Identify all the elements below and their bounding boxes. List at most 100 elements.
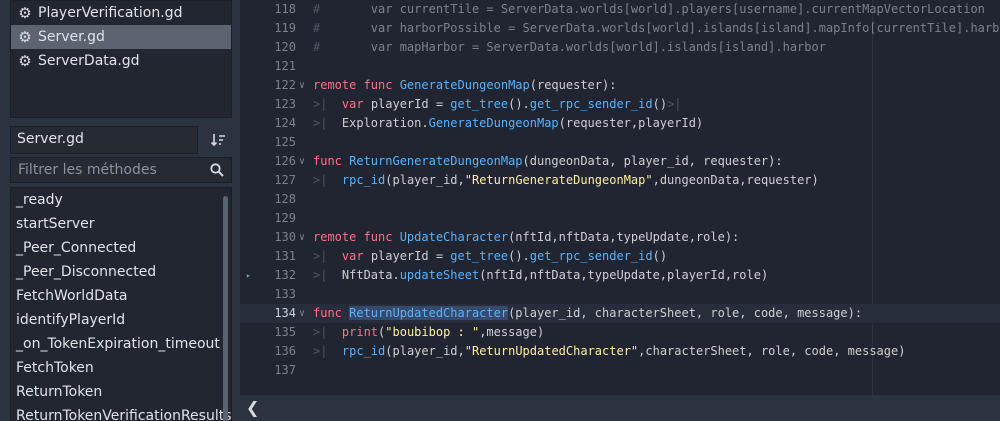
code-text: # var currentTile = ServerData.worlds[wo… <box>313 0 985 19</box>
code-token: ,message) <box>479 325 545 339</box>
code-token: (requester,playerId) <box>558 116 704 130</box>
code-token: >| <box>313 249 342 263</box>
code-token: var <box>341 249 371 263</box>
code-line[interactable]: 131 >| var playerId = get_tree().get_rpc_… <box>240 247 1000 266</box>
script-file-item[interactable]: ⚙ PlayerVerification.gd <box>11 1 231 25</box>
code-token: func <box>313 306 350 320</box>
code-line[interactable]: 129 <box>240 209 1000 228</box>
script-sidebar: ⚙ PlayerVerification.gd ⚙ Server.gd ⚙ ServerD… <box>0 0 240 421</box>
code-line[interactable]: 130 ∨ remote func UpdateCharacter(nftId,nf… <box>240 228 1000 247</box>
line-number: 126 <box>274 154 296 168</box>
code-text: remote func UpdateCharacter(nftId,nftDat… <box>313 228 739 247</box>
code-text: >| NftData.updateSheet(nftId,nftData,typ… <box>313 266 768 285</box>
chevron-left-icon: ❮ <box>246 398 260 417</box>
method-item[interactable]: _Peer_Connected <box>11 236 231 260</box>
method-item[interactable]: _Peer_Disconnected <box>11 260 231 284</box>
search-icon[interactable] <box>209 162 225 178</box>
code-line[interactable]: 137 <box>240 361 1000 380</box>
line-number: 120 <box>274 40 296 54</box>
fold-chevron-icon[interactable]: ∨ <box>299 304 305 323</box>
code-token: # <box>313 21 371 35</box>
line-number: 128 <box>274 192 296 206</box>
code-text: >| print("boubibop : ",message) <box>313 323 544 342</box>
code-token: >| <box>313 97 342 111</box>
code-token: # <box>313 2 371 16</box>
line-number: 121 <box>274 59 296 73</box>
fold-chevron-icon[interactable]: ∨ <box>299 76 305 95</box>
gear-icon: ⚙ <box>18 4 32 22</box>
method-item[interactable]: FetchToken <box>11 356 231 380</box>
code-token: "ReturnGenerateDungeonMap" <box>464 173 653 187</box>
line-number: 131 <box>274 249 296 263</box>
code-token: var <box>341 97 371 111</box>
code-token: ReturnUpdatedCharacter <box>349 306 509 320</box>
script-file-item[interactable]: ⚙ Server.gd <box>11 25 231 49</box>
code-token: >| <box>313 268 342 282</box>
code-token: UpdateCharacter <box>399 230 509 244</box>
method-list-scrollbar[interactable] <box>223 196 228 421</box>
method-item[interactable]: _on_TokenExpiration_timeout <box>11 332 231 356</box>
gear-icon: ⚙ <box>18 52 32 70</box>
code-line[interactable]: 128 <box>240 190 1000 209</box>
code-line[interactable]: 118 # var currentTile = ServerData.worlds… <box>240 0 1000 19</box>
code-text: func ReturnGenerateDungeonMap(dungeonDat… <box>313 152 783 171</box>
code-text: >| Exploration.GenerateDungeonMap(reques… <box>313 114 703 133</box>
code-token: get_rpc_sender_id <box>529 249 653 263</box>
code-line[interactable]: 126 ∨ func ReturnGenerateDungeonMap(dungeo… <box>240 152 1000 171</box>
breakpoint-arrow-icon[interactable]: ▸ <box>246 266 251 285</box>
code-line[interactable]: 119 # var harborPossible = ServerData.wor… <box>240 19 1000 38</box>
code-line[interactable]: 127 >| rpc_id(player_id,"ReturnGenerateDu… <box>240 171 1000 190</box>
method-item[interactable]: ReturnTokenVerificationResults <box>11 404 231 421</box>
code-text: remote func GenerateDungeonMap(requester… <box>313 76 616 95</box>
line-number: 129 <box>274 211 296 225</box>
code-line[interactable]: 125 <box>240 133 1000 152</box>
editor-bottom-bar: ❮ <box>240 395 1000 421</box>
line-number: 122 <box>274 78 296 92</box>
method-list: _ready startServer _Peer_Connected _Peer_Di… <box>10 187 232 421</box>
method-item[interactable]: identifyPlayerId <box>11 308 231 332</box>
code-token: >| <box>313 173 342 187</box>
script-file-item[interactable]: ⚙ ServerData.gd <box>11 49 231 73</box>
method-item[interactable]: ReturnToken <box>11 380 231 404</box>
code-line[interactable]: 124 >| Exploration.GenerateDungeonMap(req… <box>240 114 1000 133</box>
script-file-name: PlayerVerification.gd <box>38 5 183 21</box>
code-token: get_tree <box>450 249 509 263</box>
method-item[interactable]: FetchWorldData <box>11 284 231 308</box>
code-line[interactable]: 123 >| var playerId = get_tree().get_rpc_… <box>240 95 1000 114</box>
code-token: playerId = <box>370 97 451 111</box>
line-number: 130 <box>274 230 296 244</box>
code-line[interactable]: 135 >| print("boubibop : ",message) <box>240 323 1000 342</box>
code-line[interactable]: 121 <box>240 57 1000 76</box>
code-token: remote <box>313 78 364 92</box>
code-text: >| rpc_id(player_id,"ReturnGenerateDunge… <box>313 171 819 190</box>
code-token: (requester): <box>529 78 617 92</box>
code-line[interactable]: 132 ▸ >| NftData.updateSheet(nftId,nftData… <box>240 266 1000 285</box>
filter-methods-input[interactable] <box>11 158 215 182</box>
code-token: "ReturnUpdatedCharacter" <box>464 344 639 358</box>
script-file-list: ⚙ PlayerVerification.gd ⚙ Server.gd ⚙ ServerD… <box>10 0 232 118</box>
code-token: updateSheet <box>399 268 480 282</box>
method-item[interactable]: startServer <box>11 212 231 236</box>
collapse-panel-button[interactable]: ❮ <box>246 399 262 417</box>
fold-chevron-icon[interactable]: ∨ <box>299 228 305 247</box>
code-line[interactable]: 136 >| rpc_id(player_id,"ReturnUpdatedCha… <box>240 342 1000 361</box>
code-token: Exploration. <box>341 116 429 130</box>
sort-methods-button[interactable] <box>204 126 232 154</box>
code-editor[interactable]: 118 # var currentTile = ServerData.worlds… <box>240 0 1000 395</box>
code-line[interactable]: 133 <box>240 285 1000 304</box>
line-number: 134 <box>274 306 296 320</box>
gear-icon: ⚙ <box>18 28 32 46</box>
method-item[interactable]: _ready <box>11 188 231 212</box>
code-text: >| var playerId = get_tree().get_rpc_sen… <box>313 247 667 266</box>
code-token: >| <box>313 325 342 339</box>
code-token: () <box>652 249 668 263</box>
code-line[interactable]: 122 ∨ remote func GenerateDungeonMap(reque… <box>240 76 1000 95</box>
fold-chevron-icon[interactable]: ∨ <box>299 152 305 171</box>
code-token: >| <box>313 116 342 130</box>
code-token: var currentTile = ServerData.worlds[worl… <box>370 2 985 16</box>
line-number: 125 <box>274 135 296 149</box>
code-text: >| var playerId = get_tree().get_rpc_sen… <box>313 95 682 114</box>
code-line[interactable]: 134 ∨ func ReturnUpdatedCharacter(player_i… <box>240 304 1000 323</box>
line-number: 119 <box>274 21 296 35</box>
code-line[interactable]: 120 # var mapHarbor = ServerData.worlds[w… <box>240 38 1000 57</box>
